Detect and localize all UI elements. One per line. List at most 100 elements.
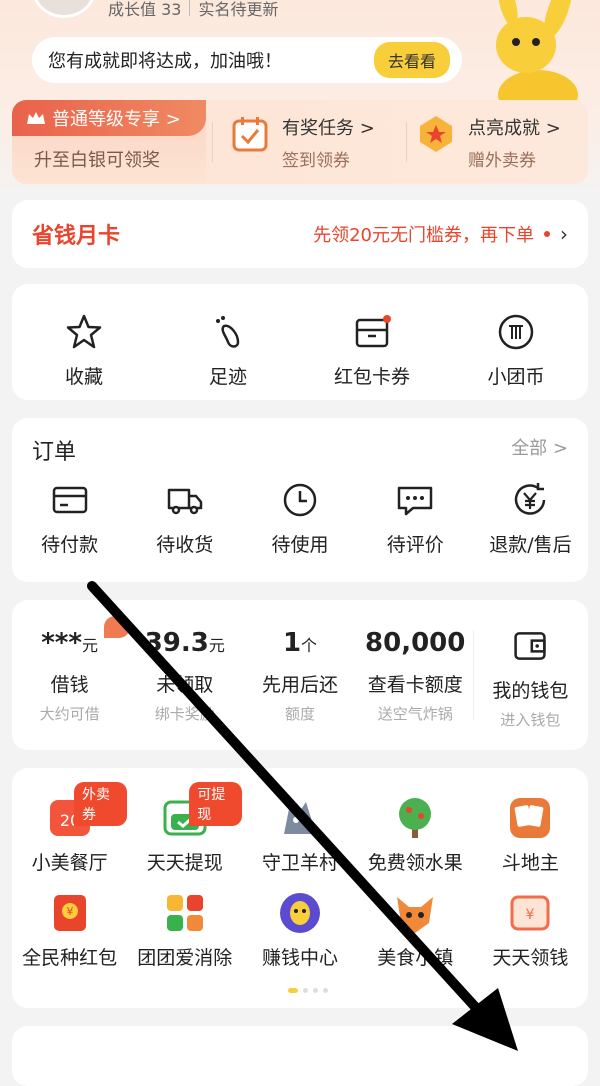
order-label: 待评价 bbox=[386, 534, 444, 556]
star-icon bbox=[66, 314, 102, 349]
game-doudizhu[interactable]: 斗地主 bbox=[473, 794, 588, 875]
page-indicator bbox=[288, 988, 328, 993]
wallet-card-icon bbox=[355, 315, 391, 348]
game-food-town[interactable]: 美食小镇 bbox=[358, 889, 473, 970]
order-refund[interactable]: 退款/售后 bbox=[473, 480, 588, 557]
finance-bnpl[interactable]: 1个 先用后还 额度 bbox=[242, 600, 357, 750]
money-envelope-icon: ¥ bbox=[510, 895, 550, 931]
fox-icon bbox=[397, 897, 434, 933]
game-label: 守卫羊村 bbox=[262, 852, 339, 874]
wallet-icon bbox=[514, 632, 547, 660]
game-match-eliminate[interactable]: 团团爱消除 bbox=[127, 889, 242, 970]
svg-text:¥: ¥ bbox=[66, 905, 73, 918]
quick-link-favorites[interactable]: 收藏 bbox=[12, 284, 156, 400]
level-tag[interactable]: 普通等级专享 > bbox=[12, 100, 206, 136]
quick-link-label: 足迹 bbox=[208, 366, 247, 388]
achieve-promo[interactable]: 点亮成就 > 赠外卖券 bbox=[416, 114, 561, 171]
orders-card: 订单 全部 > 待付款 待收货 待使用 待评价 退款/售后 bbox=[12, 418, 588, 582]
notification-badge bbox=[104, 616, 130, 638]
game-label: 团团爱消除 bbox=[137, 947, 233, 969]
divider bbox=[189, 0, 191, 16]
page-dot bbox=[288, 988, 298, 993]
blocks-icon bbox=[166, 895, 203, 931]
card-icon bbox=[52, 486, 87, 514]
game-label: 天天领钱 bbox=[492, 947, 569, 969]
game-earn-center[interactable]: 赚钱中心 bbox=[242, 889, 357, 970]
finance-sub: 进入钱包 bbox=[500, 711, 561, 729]
task-promo[interactable]: 有奖任务 > 签到领券 bbox=[230, 114, 375, 171]
game-free-fruit[interactable]: 免费领水果 bbox=[358, 794, 473, 875]
view-achievement-button[interactable]: 去看看 bbox=[373, 42, 450, 78]
task-sub: 签到领券 bbox=[282, 151, 350, 171]
coin-icon bbox=[498, 314, 534, 350]
quick-links: 收藏 足迹 红包卡券 小团币 bbox=[12, 284, 588, 400]
order-pending-receipt[interactable]: 待收货 bbox=[127, 480, 242, 557]
order-pending-payment[interactable]: 待付款 bbox=[12, 480, 127, 557]
game-daily-withdraw[interactable]: 可提现 天天提现 bbox=[127, 782, 243, 875]
games-card: 外卖券 20 小美餐厅 可提现 天天提现 守卫羊村 免费领水果 斗地主 ¥ 全民… bbox=[12, 768, 588, 1008]
game-label: 全民种红包 bbox=[22, 947, 118, 969]
notify-dot bbox=[544, 231, 550, 237]
footprint-icon bbox=[216, 316, 240, 348]
saving-card[interactable]: 省钱月卡 先领20元无门槛券，再下单 › bbox=[12, 200, 588, 268]
clock-icon bbox=[283, 483, 317, 517]
finance-value: 80,000 bbox=[365, 628, 466, 658]
level-tag-label: 普通等级专享 > bbox=[52, 109, 181, 130]
finance-loan[interactable]: ***元 借钱 大约可借 bbox=[12, 600, 130, 750]
yuan-refund-icon bbox=[515, 483, 546, 515]
achievement-text: 您有成就即将达成，加油哦！ bbox=[48, 51, 282, 72]
order-label: 待付款 bbox=[41, 534, 99, 556]
order-pending-use[interactable]: 待使用 bbox=[242, 480, 357, 557]
game-daily-money[interactable]: ¥ 天天领钱 bbox=[473, 889, 588, 970]
red-packet-icon: ¥ bbox=[53, 895, 86, 931]
truck-icon bbox=[167, 488, 203, 515]
finance-label: 查看卡额度 bbox=[367, 674, 463, 696]
kangaroo-icon bbox=[280, 893, 320, 933]
achieve-title: 点亮成就 > bbox=[468, 118, 561, 139]
saving-card-desc: 先领20元无门槛券，再下单 bbox=[313, 225, 534, 246]
finance-value: *** bbox=[41, 628, 82, 658]
game-badge: 外卖券 bbox=[74, 782, 128, 826]
quick-link-coupons[interactable]: 红包卡券 bbox=[300, 284, 444, 400]
game-label: 赚钱中心 bbox=[262, 947, 339, 969]
finance-wallet[interactable]: 我的钱包 进入钱包 bbox=[472, 600, 588, 750]
quick-link-coins[interactable]: 小团币 bbox=[444, 284, 588, 400]
order-label: 待收货 bbox=[156, 534, 214, 556]
svg-text:¥: ¥ bbox=[526, 907, 535, 923]
finance-unit: 元 bbox=[208, 636, 225, 655]
finance-label: 我的钱包 bbox=[492, 680, 569, 702]
finance-unclaimed[interactable]: 39.3元 未领取 绑卡奖励 bbox=[127, 600, 242, 750]
finance-sub: 绑卡奖励 bbox=[154, 705, 215, 723]
game-label: 斗地主 bbox=[501, 852, 559, 874]
game-label: 小美餐厅 bbox=[31, 852, 108, 874]
page-dot bbox=[313, 988, 318, 993]
game-xiaomei-restaurant[interactable]: 外卖券 20 小美餐厅 bbox=[12, 782, 128, 875]
growth-value[interactable]: 成长值 33 bbox=[108, 0, 181, 20]
quick-link-label: 小团币 bbox=[487, 366, 545, 388]
achieve-sub: 赠外卖券 bbox=[468, 151, 536, 171]
game-guard-sheep-village[interactable]: 守卫羊村 bbox=[242, 794, 357, 875]
orders-title: 订单 bbox=[32, 440, 77, 465]
order-label: 退款/售后 bbox=[489, 534, 572, 556]
promo-bar: 普通等级专享 > 升至白银可领奖 有奖任务 > 签到领券 点亮成就 > 赠外卖券 bbox=[12, 100, 588, 184]
realname-status[interactable]: 实名待更新 bbox=[198, 0, 278, 20]
wolf-icon bbox=[284, 802, 316, 834]
quick-link-footprints[interactable]: 足迹 bbox=[156, 284, 300, 400]
order-pending-review[interactable]: 待评价 bbox=[358, 480, 473, 557]
order-label: 待使用 bbox=[271, 534, 329, 556]
divider bbox=[406, 122, 407, 162]
achievement-banner[interactable]: 您有成就即将达成，加油哦！ 去看看 bbox=[32, 37, 462, 83]
chat-icon bbox=[397, 486, 433, 516]
tree-icon bbox=[399, 798, 432, 838]
medal-icon bbox=[420, 116, 452, 152]
finance-unit: 个 bbox=[301, 636, 318, 655]
orders-all-link[interactable]: 全部 > bbox=[511, 434, 568, 466]
mascot-illustration bbox=[496, 0, 578, 100]
finance-value: 1 bbox=[282, 628, 302, 658]
finance-sub: 送空气炸锅 bbox=[377, 705, 453, 723]
page-dot bbox=[303, 988, 308, 993]
next-card bbox=[12, 1026, 588, 1086]
game-plant-red-packet[interactable]: ¥ 全民种红包 bbox=[12, 889, 127, 970]
finance-card-limit[interactable]: 80,000 查看卡额度 送空气炸锅 bbox=[358, 600, 473, 750]
finance-card: ***元 借钱 大约可借 39.3元 未领取 绑卡奖励 1个 先用后还 额度 8… bbox=[12, 600, 588, 750]
